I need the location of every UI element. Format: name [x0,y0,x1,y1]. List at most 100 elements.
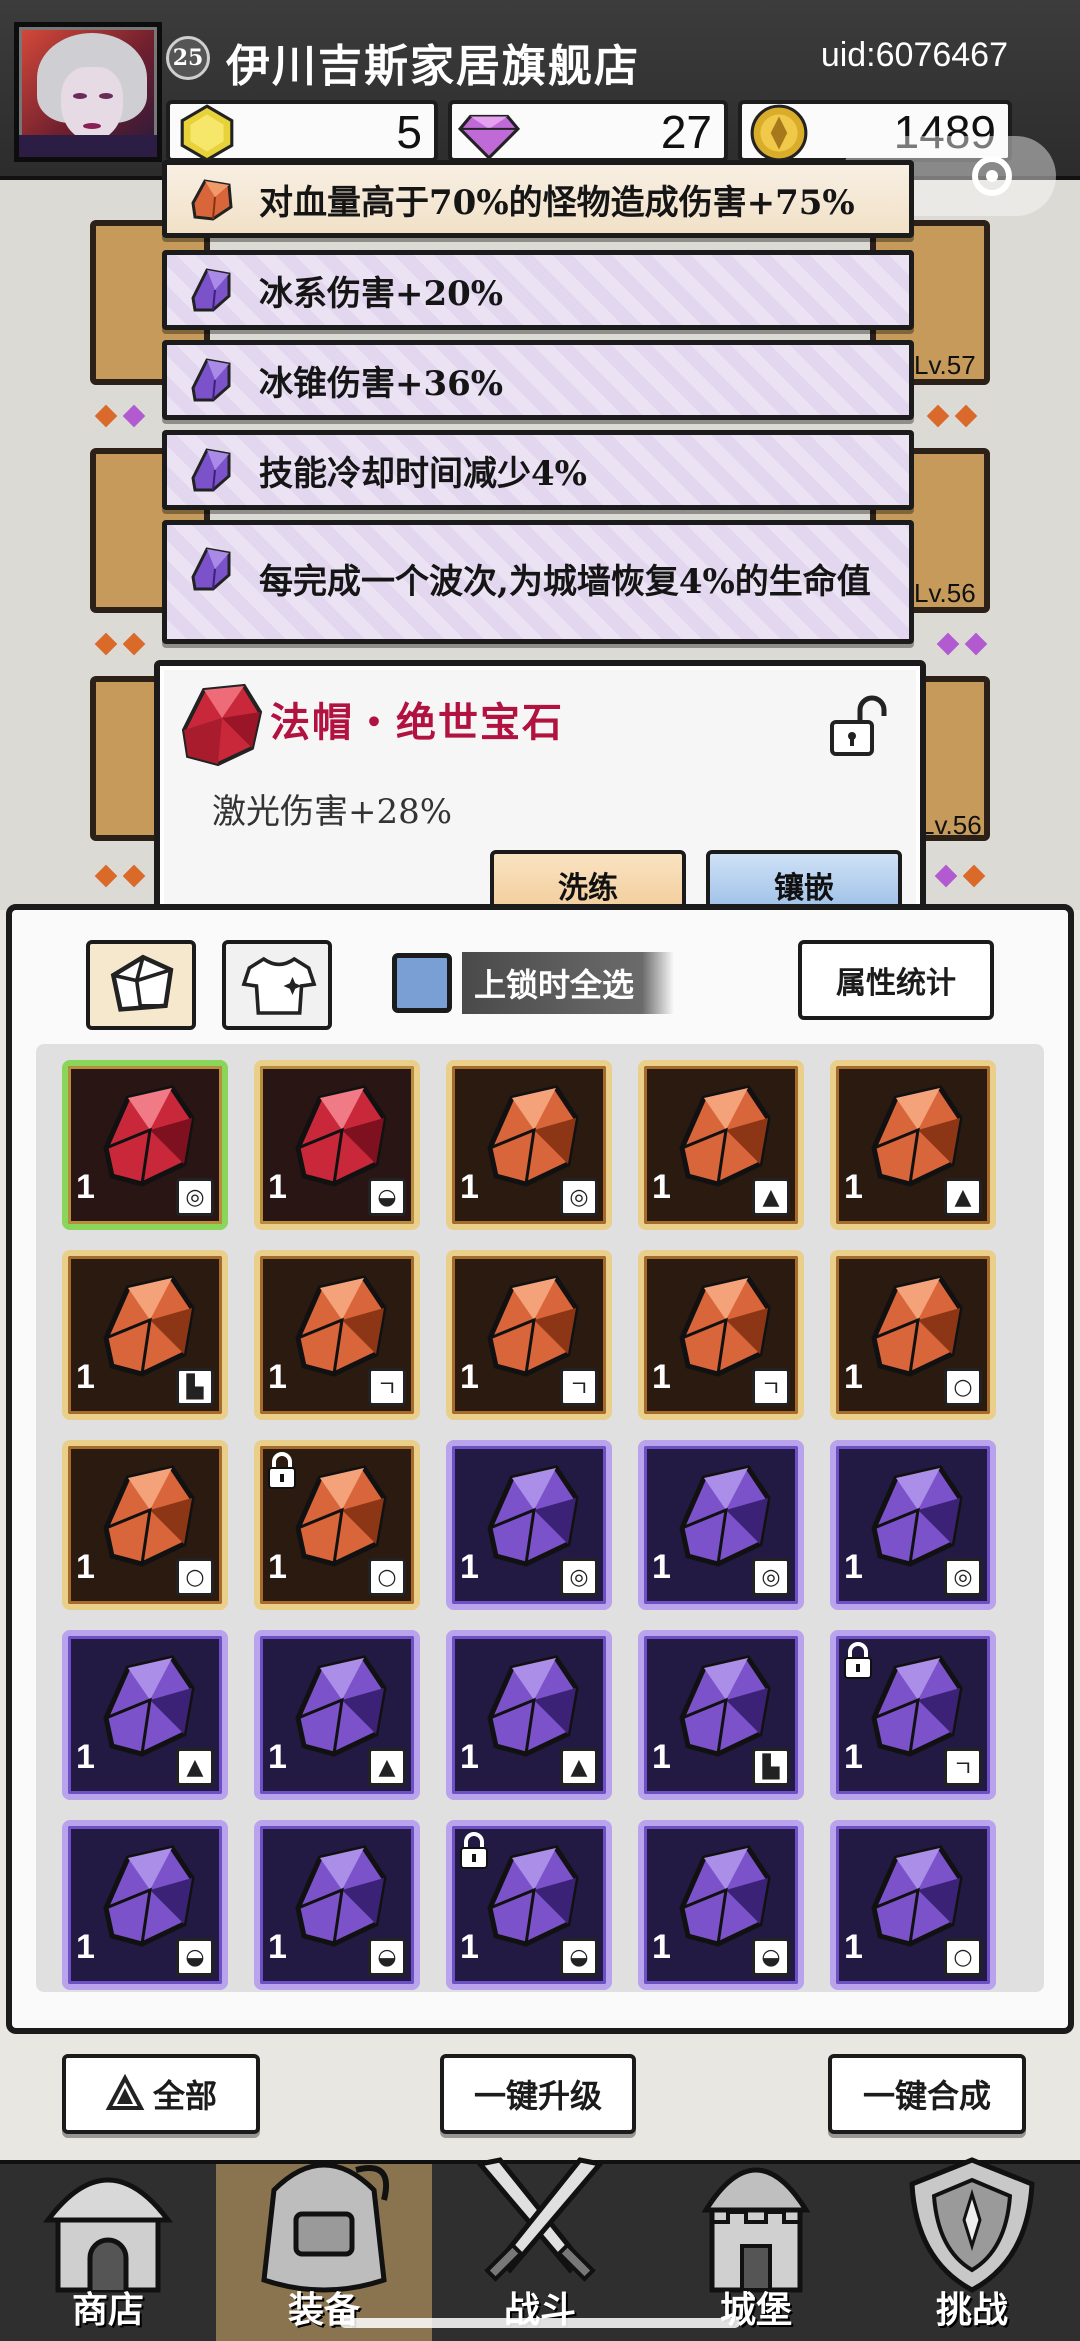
gem-slot[interactable]: 1ㄱ [254,1250,420,1420]
gem-quantity: 1 [652,1928,671,1966]
staff-type-icon: ㄱ [752,1368,790,1406]
gem-quantity: 1 [460,1168,479,1206]
player-uid: uid:6076467 [820,36,1008,74]
armor-type-icon: ▲ [944,1178,982,1216]
nav-challenge[interactable]: 挑战 [864,2157,1080,2341]
gold-gem-counter[interactable]: 5 [166,100,438,162]
gem-quantity: 1 [76,1168,95,1206]
triangle-filter-icon [105,2074,145,2110]
shirt-icon [241,956,317,1015]
tab-gems[interactable] [86,940,196,1030]
gem-slot[interactable]: 1 ○ [254,1440,420,1610]
gem-slot[interactable]: 1 ▲ [254,1630,420,1800]
player-name: 伊川吉斯家居旗舰店 [226,41,640,92]
one-click-merge-button[interactable]: 一键合成 [828,2054,1026,2134]
armor-type-icon: ▲ [752,1178,790,1216]
gem-quantity: 1 [844,1548,863,1586]
diamond-value: 27 [660,106,712,158]
gem-slot[interactable]: 1 ◎ [62,1060,228,1230]
lock-select-label: 上锁时全选 [462,952,675,1014]
ring-type-icon: ○ [944,1368,982,1406]
cap-type-icon: ◒ [752,1938,790,1976]
close-capsule-icon[interactable] [972,156,1012,196]
inventory-panel: 上锁时全选 属性统计 1 ◎ 1 ◒ 1 ◎ 1 ▲ 1 ▲ 1 ▙ 1 ㄱ 1 ㄱ 1 ㄱ 1 ○ 1 ○ 1 ○ 1 ◎ 1 ◎ 1… [6,904,1074,2034]
hat-type-icon: ◎ [560,1178,598,1216]
staff-type-icon: ㄱ [560,1368,598,1406]
hat-type-icon: ◎ [176,1178,214,1216]
hat-type-icon: ◎ [560,1558,598,1596]
lock-icon [268,1452,296,1489]
gem-slot[interactable]: 1 ○ [830,1820,996,1990]
gem-quantity: 1 [844,1928,863,1966]
gem-quantity: 1 [76,1548,95,1586]
boots-type-icon: ▙ [176,1368,214,1406]
hat-type-icon: ◎ [752,1558,790,1596]
slot-level: Lv.56 [914,578,976,608]
stat-text: 冰系伤害+20% [259,273,504,314]
ring-type-icon: ○ [176,1558,214,1596]
gem-quantity: 1 [76,1358,95,1396]
gem-slot[interactable]: 1 ▲ [638,1060,804,1230]
gem-slot[interactable]: 1 ◒ [638,1820,804,1990]
gem-slot[interactable]: 1 ▙ [62,1250,228,1420]
gem-slot[interactable]: 1 ◒ [254,1060,420,1230]
gem-slot[interactable]: 1ㄱ [830,1630,996,1800]
player-avatar[interactable] [14,22,162,162]
popup-title: 法帽・绝世宝石 [270,699,564,746]
gem-slot[interactable]: 1 ◒ [62,1820,228,1990]
gem-slot[interactable]: 1 ◎ [830,1440,996,1610]
stat-row: 冰锥伤害+36% [162,340,914,420]
player-level-badge: 25 [166,36,210,80]
filter-all-button[interactable]: 全部 [62,2054,260,2134]
gem-slot[interactable]: 1 ◒ [446,1820,612,1990]
gem-slot[interactable]: 1 ▲ [446,1630,612,1800]
lock-select-checkbox[interactable] [392,953,452,1013]
gem-slot[interactable]: 1ㄱ [446,1250,612,1420]
boots-type-icon: ▙ [752,1748,790,1786]
hat-type-icon: ◎ [944,1558,982,1596]
gem-slot[interactable]: 1 ○ [62,1440,228,1610]
gem-slot[interactable]: 1 ○ [830,1250,996,1420]
home-indicator[interactable] [340,2318,740,2328]
stat-row: 每完成一个波次,为城墙恢复4%的生命值 [162,520,914,644]
gem-slot[interactable]: 1 ▲ [830,1060,996,1230]
gem-quantity: 1 [844,1168,863,1206]
tab-equipment[interactable] [222,940,332,1030]
gem-quantity: 1 [652,1548,671,1586]
gem-slot[interactable]: 1 ▙ [638,1630,804,1800]
gem-quantity: 1 [76,1928,95,1966]
diamond-counter[interactable]: 27 [448,100,728,162]
gem-slot[interactable]: 1 ◎ [638,1440,804,1610]
nav-castle[interactable]: 城堡 [648,2164,864,2341]
backpack-icon [261,2162,390,2293]
attribute-stats-button[interactable]: 属性统计 [798,940,994,1020]
nav-equipment[interactable]: 装备 [216,2162,432,2341]
lock-icon [844,1642,872,1679]
ring-type-icon: ○ [368,1558,406,1596]
nav-battle[interactable]: 战斗 [432,2157,648,2341]
gem-slot[interactable]: 1 ▲ [62,1630,228,1800]
one-click-upgrade-button[interactable]: 一键升级 [440,2054,636,2134]
gem-quantity: 1 [268,1738,287,1776]
nav-shop[interactable]: 商店 [0,2164,216,2341]
lock-select-all[interactable]: 上锁时全选 [392,948,675,1018]
gem-slot[interactable]: 1 ◒ [254,1820,420,1990]
popup-description: 激光伤害+28% [212,792,453,832]
gem-slot[interactable]: 1 ◎ [446,1060,612,1230]
shield-icon [909,2157,1035,2293]
unlock-icon[interactable] [826,692,894,760]
crossed-swords-icon [475,2157,605,2282]
purple-gem-icon [191,358,231,402]
stat-text: 冰锥伤害+36% [259,363,504,404]
gem-quantity: 1 [268,1358,287,1396]
cap-type-icon: ◒ [176,1938,214,1976]
gem-detail-popup: 法帽・绝世宝石 激光伤害+28% 洗练 镶嵌 [154,660,926,936]
stat-text: 每完成一个波次,为城墙恢复4%的生命值 [259,562,871,602]
gold-gem-icon [180,104,234,162]
cap-type-icon: ◒ [560,1938,598,1976]
gem-quantity: 1 [268,1548,287,1586]
lock-icon [460,1832,488,1869]
gem-slot[interactable]: 1 ◎ [446,1440,612,1610]
gem-slot[interactable]: 1ㄱ [638,1250,804,1420]
armor-type-icon: ▲ [560,1748,598,1786]
